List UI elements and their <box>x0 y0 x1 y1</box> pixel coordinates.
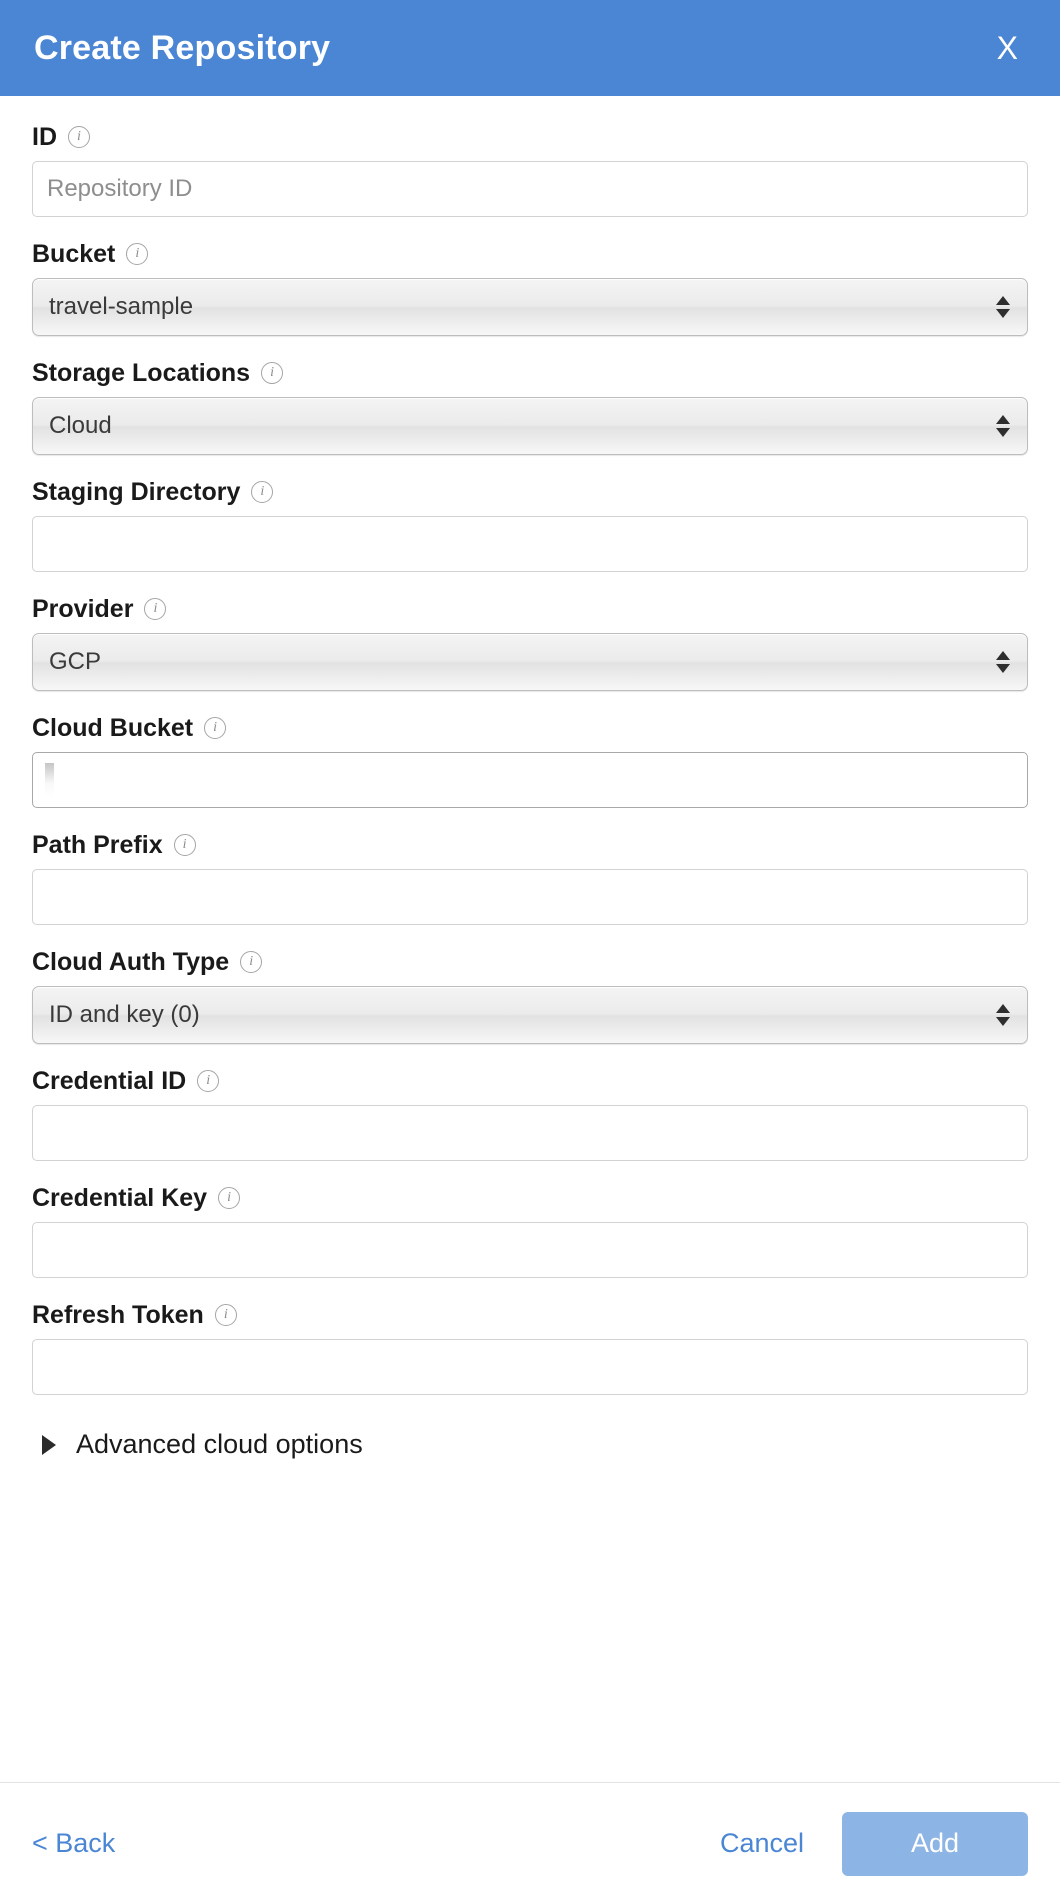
label-cloud-bucket: Cloud Bucket <box>32 713 194 742</box>
label-path-prefix: Path Prefix <box>32 830 163 859</box>
label-storage-locations: Storage Locations <box>32 358 251 387</box>
input-wrap-path-prefix <box>32 869 1028 925</box>
field-credential-key: Credential Key i <box>32 1183 1028 1278</box>
input-credential-key[interactable] <box>32 1222 1028 1278</box>
create-repository-dialog: Create Repository X IDiBucketitravel-sam… <box>0 0 1060 1904</box>
chevron-right-icon <box>42 1434 56 1455</box>
field-label-row-bucket: Bucket i <box>32 239 1028 269</box>
dialog-footer: < Back Cancel Add <box>0 1782 1060 1904</box>
advanced-cloud-options-label: Advanced cloud options <box>76 1429 363 1459</box>
input-credential-id[interactable] <box>32 1105 1028 1161</box>
info-icon-credential-key[interactable]: i <box>218 1187 241 1209</box>
field-credential-id: Credential ID i <box>32 1066 1028 1161</box>
field-provider: Provider i GCP <box>32 594 1028 691</box>
select-cloud-auth-type[interactable]: ID and key (0) <box>32 986 1028 1044</box>
input-wrap-credential-id <box>32 1105 1028 1161</box>
info-icon-cloud-auth-type[interactable]: i <box>240 951 263 973</box>
field-cloud-bucket: Cloud Bucket i <box>32 713 1028 808</box>
label-id: ID <box>32 122 57 151</box>
input-cloud-bucket[interactable] <box>32 752 1028 808</box>
label-provider: Provider <box>32 594 134 623</box>
page-title: Create Repository <box>34 29 331 67</box>
advanced-cloud-options-toggle[interactable]: Advanced cloud options <box>32 1429 1028 1460</box>
label-credential-id: Credential ID <box>32 1066 187 1095</box>
select-bucket[interactable]: travel-sample <box>32 278 1028 336</box>
form-fields: IDiBucketitravel-sampleStorage Locations… <box>32 122 1028 1395</box>
label-refresh-token: Refresh Token <box>32 1300 204 1329</box>
dialog-header: Create Repository X <box>0 0 1060 96</box>
field-refresh-token: Refresh Token i <box>32 1300 1028 1395</box>
input-wrap-credential-key <box>32 1222 1028 1278</box>
field-label-row-id: ID i <box>32 122 1028 152</box>
info-icon-credential-id[interactable]: i <box>197 1070 220 1092</box>
info-icon-storage-locations[interactable]: i <box>261 362 284 384</box>
field-staging-directory: Staging Directory i <box>32 477 1028 572</box>
input-staging-directory[interactable] <box>32 516 1028 572</box>
cancel-button[interactable]: Cancel <box>720 1828 804 1859</box>
close-icon[interactable]: X <box>989 28 1026 68</box>
select-wrap-bucket: travel-sample <box>32 278 1028 336</box>
input-refresh-token[interactable] <box>32 1339 1028 1395</box>
field-label-row-refresh-token: Refresh Token i <box>32 1300 1028 1330</box>
label-cloud-auth-type: Cloud Auth Type <box>32 947 230 976</box>
input-id[interactable] <box>32 161 1028 217</box>
field-label-row-cloud-bucket: Cloud Bucket i <box>32 713 1028 743</box>
input-wrap-staging-directory <box>32 516 1028 572</box>
info-icon-refresh-token[interactable]: i <box>214 1304 237 1326</box>
field-cloud-auth-type: Cloud Auth Type i ID and key (0) <box>32 947 1028 1044</box>
input-wrap-cloud-bucket <box>32 752 1028 808</box>
select-wrap-storage-locations: Cloud <box>32 397 1028 455</box>
select-storage-locations[interactable]: Cloud <box>32 397 1028 455</box>
select-wrap-provider: GCP <box>32 633 1028 691</box>
field-label-row-cloud-auth-type: Cloud Auth Type i <box>32 947 1028 977</box>
input-wrap-id <box>32 161 1028 217</box>
add-button[interactable]: Add <box>842 1811 1028 1876</box>
field-bucket: Bucket i travel-sample <box>32 239 1028 336</box>
input-wrap-refresh-token <box>32 1339 1028 1395</box>
info-icon-id[interactable]: i <box>68 126 90 148</box>
label-credential-key: Credential Key <box>32 1183 208 1212</box>
field-label-row-path-prefix: Path Prefix i <box>32 830 1028 860</box>
info-icon-staging-directory[interactable]: i <box>251 481 274 503</box>
field-label-row-provider: Provider i <box>32 594 1028 624</box>
dialog-body: IDiBucketitravel-sampleStorage Locations… <box>0 96 1060 1782</box>
field-id: ID i <box>32 122 1028 217</box>
input-path-prefix[interactable] <box>32 869 1028 925</box>
select-wrap-cloud-auth-type: ID and key (0) <box>32 986 1028 1044</box>
field-label-row-storage-locations: Storage Locations i <box>32 358 1028 388</box>
field-label-row-credential-id: Credential ID i <box>32 1066 1028 1096</box>
field-storage-locations: Storage Locations i Cloud <box>32 358 1028 455</box>
field-label-row-staging-directory: Staging Directory i <box>32 477 1028 507</box>
label-bucket: Bucket <box>32 239 116 268</box>
info-icon-bucket[interactable]: i <box>126 243 149 265</box>
info-icon-provider[interactable]: i <box>144 598 167 620</box>
info-icon-cloud-bucket[interactable]: i <box>204 717 227 739</box>
label-staging-directory: Staging Directory <box>32 477 241 506</box>
field-path-prefix: Path Prefix i <box>32 830 1028 925</box>
select-provider[interactable]: GCP <box>32 633 1028 691</box>
field-label-row-credential-key: Credential Key i <box>32 1183 1028 1213</box>
back-button[interactable]: < Back <box>32 1828 115 1859</box>
info-icon-path-prefix[interactable]: i <box>173 834 196 856</box>
